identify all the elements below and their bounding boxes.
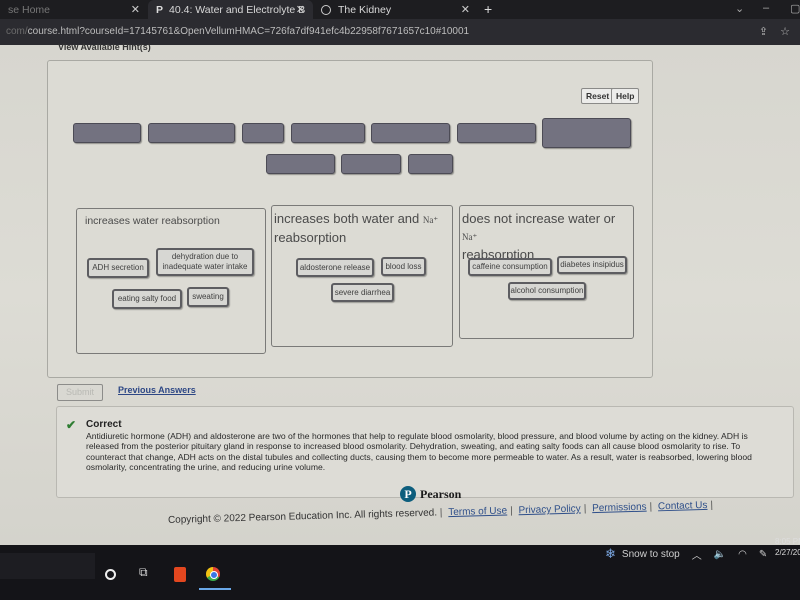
brand-name: Pearson	[420, 486, 462, 501]
pearson-favicon-icon: P	[156, 3, 164, 16]
url-prefix: com/	[6, 26, 28, 37]
empty-label-slot[interactable]	[73, 123, 141, 143]
globe-icon	[321, 4, 331, 15]
bin-title-line2: reabsorption	[274, 230, 347, 245]
contact-us-link[interactable]: Contact Us	[658, 500, 708, 512]
reset-button[interactable]: Reset	[581, 88, 615, 104]
close-tab-icon[interactable]: ✕	[296, 3, 305, 16]
tab-label: The Kidney	[338, 3, 392, 16]
answer-chip[interactable]: diabetes insipidus	[557, 256, 627, 274]
tab-the-kidney[interactable]: The Kidney ✕	[313, 0, 478, 19]
empty-label-slot[interactable]	[242, 123, 284, 143]
empty-label-slot[interactable]	[542, 118, 631, 148]
taskbar-search-area[interactable]	[0, 553, 95, 579]
empty-label-slot[interactable]	[266, 154, 335, 174]
task-view-icon[interactable]: ⧉	[139, 565, 148, 580]
close-tab-icon[interactable]: ✕	[131, 3, 140, 16]
clock-time: 8:05 PM	[775, 537, 800, 546]
bin-title-text: increases both water and	[274, 211, 420, 226]
empty-label-slot[interactable]	[291, 123, 365, 143]
drag-drop-activity: Reset Help increases water reabsorption …	[47, 60, 653, 378]
taskbar-clock[interactable]: 8:05 PM 2/27/2022	[775, 536, 800, 558]
bin-title-text: does not increase water or	[462, 211, 616, 226]
tab-water-electrolyte[interactable]: P 40.4: Water and Electrolyte B ✕	[148, 0, 313, 19]
url-text: course.html?courseId=17145761&OpenVellum…	[27, 26, 470, 37]
answer-chip[interactable]: ADH secretion	[87, 258, 149, 278]
empty-label-slot[interactable]	[371, 123, 450, 143]
empty-label-slot[interactable]	[148, 123, 235, 143]
pearson-p-icon: P	[400, 486, 416, 502]
view-hints-link[interactable]: View Available Hint(s)	[58, 42, 151, 52]
answer-chip[interactable]: sweating	[187, 287, 229, 307]
bin-title: increases both water and Na⁺ reabsorptio…	[272, 210, 438, 246]
cortana-icon[interactable]	[105, 569, 116, 580]
close-tab-icon[interactable]: ✕	[461, 3, 470, 16]
empty-label-slot[interactable]	[341, 154, 401, 174]
bin-does-not-increase[interactable]: does not increase water or Na⁺ reabsorpt…	[459, 205, 634, 339]
answer-chip[interactable]: alcohol consumption	[508, 282, 586, 300]
answer-chip[interactable]: severe diarrhea	[331, 283, 394, 302]
copyright-text: Copyright © 2022 Pearson Education Inc. …	[167, 507, 438, 526]
sodium-ion-symbol: Na⁺	[422, 215, 439, 225]
privacy-policy-link[interactable]: Privacy Policy	[518, 503, 581, 516]
tab-label: se Home	[8, 3, 51, 16]
answer-chip[interactable]: eating salty food	[112, 289, 182, 309]
clock-date: 2/27/2022	[775, 548, 800, 557]
snowflake-weather-icon[interactable]: ❄	[605, 546, 616, 562]
answer-chip[interactable]: blood loss	[381, 257, 426, 276]
footer: Copyright © 2022 Pearson Education Inc. …	[167, 499, 714, 526]
tab-label: 40.4: Water and Electrolyte B	[169, 3, 306, 16]
pearson-logo: P Pearson	[400, 486, 461, 502]
feedback-status: Correct	[86, 419, 122, 430]
sodium-ion-symbol: Na⁺	[462, 232, 478, 242]
chrome-icon[interactable]	[206, 567, 220, 581]
weather-text[interactable]: Snow to stop	[622, 549, 680, 560]
new-tab-button[interactable]: +	[484, 1, 492, 17]
page-content: View Available Hint(s) Reset Help increa…	[0, 42, 800, 545]
active-app-indicator	[199, 588, 231, 590]
terms-of-use-link[interactable]: Terms of Use	[448, 506, 507, 519]
office-icon[interactable]	[174, 567, 186, 582]
bin-title: increases water reabsorption	[85, 215, 220, 227]
volume-icon[interactable]: 🔈	[714, 549, 726, 560]
bin-increases-water[interactable]: increases water reabsorption ADH secreti…	[76, 208, 266, 354]
feedback-text: Antidiuretic hormone (ADH) and aldostero…	[86, 431, 752, 472]
help-button[interactable]: Help	[611, 88, 640, 104]
bin-increases-water-and-na[interactable]: increases both water and Na⁺ reabsorptio…	[271, 205, 453, 347]
feedback-panel: ✔ Correct Antidiuretic hormone (ADH) and…	[56, 388, 794, 498]
wifi-icon[interactable]: ◠	[738, 549, 747, 560]
answer-chip[interactable]: aldosterone release	[296, 258, 374, 277]
url-field[interactable]: com/course.html?courseId=17145761&OpenVe…	[6, 26, 469, 37]
share-icon[interactable]: ⇪	[759, 25, 768, 38]
empty-label-slot[interactable]	[408, 154, 453, 174]
show-hidden-icons-chevron-icon[interactable]: ︿	[692, 547, 702, 562]
empty-label-slot[interactable]	[457, 123, 536, 143]
permissions-link[interactable]: Permissions	[592, 502, 647, 515]
browser-tab-bar: se Home ✕ P 40.4: Water and Electrolyte …	[0, 0, 800, 19]
tab-search-icon[interactable]: ⌄	[735, 2, 744, 15]
checkmark-icon: ✔	[66, 418, 77, 432]
answer-chip[interactable]: caffeine consumption	[468, 258, 552, 276]
answer-chip[interactable]: dehydration due to inadequate water inta…	[156, 248, 254, 276]
bookmark-star-icon[interactable]: ☆	[780, 25, 790, 38]
minimize-icon[interactable]: –	[763, 2, 769, 14]
maximize-icon[interactable]: ▢	[790, 2, 800, 15]
tab-home[interactable]: se Home ✕	[0, 0, 148, 19]
pen-icon[interactable]: ✎	[759, 549, 767, 560]
system-tray: ❄ Snow to stop ︿ 🔈 ◠ ✎	[605, 546, 767, 562]
